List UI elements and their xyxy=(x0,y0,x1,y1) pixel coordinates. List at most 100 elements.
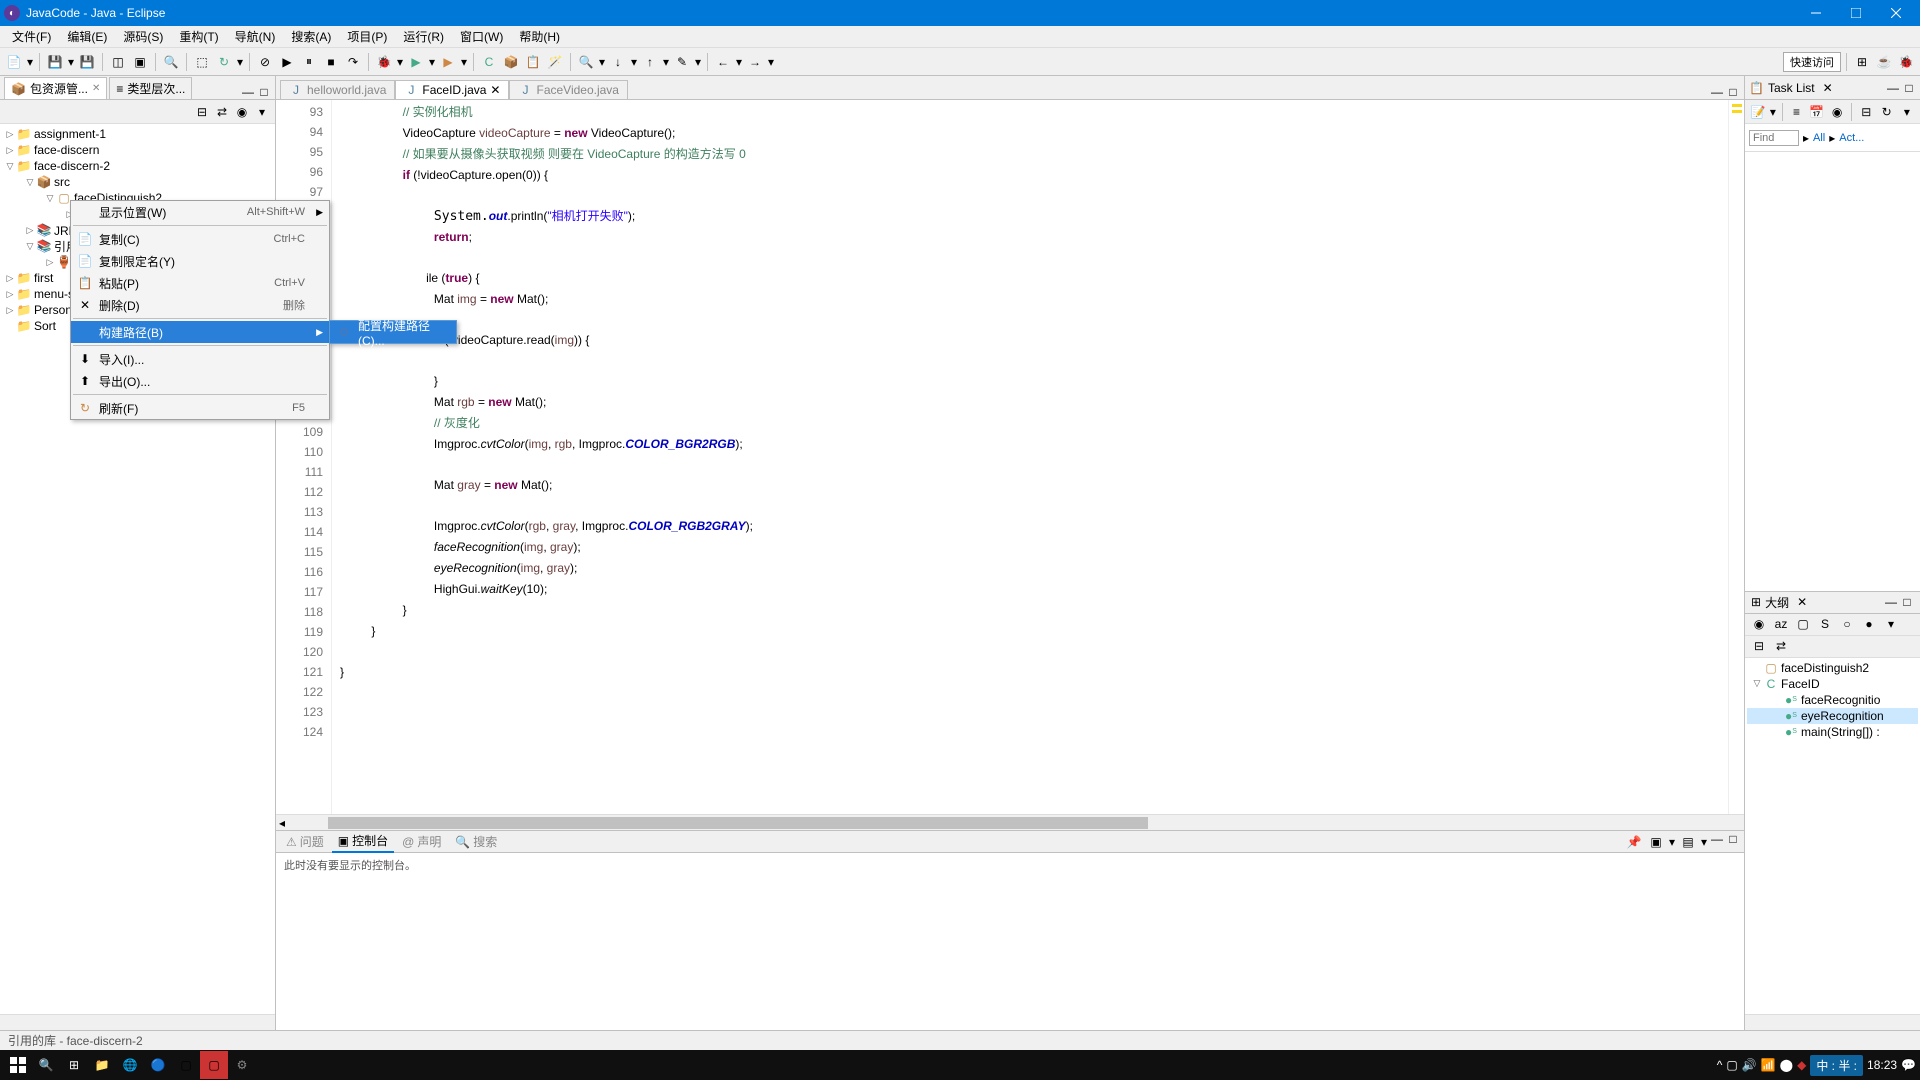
context-paste[interactable]: 📋 粘贴(P) Ctrl+V xyxy=(71,272,329,294)
start-button[interactable] xyxy=(4,1051,32,1079)
expand-toggle[interactable]: ▷ xyxy=(4,305,16,316)
menu-window[interactable]: 窗口(W) xyxy=(452,26,511,47)
suspend-button[interactable]: ⏸ xyxy=(299,52,319,72)
outline-package[interactable]: ▢faceDistinguish2 xyxy=(1747,660,1918,676)
outline-tree[interactable]: ▢faceDistinguish2 ▽CFaceID ●SfaceRecogni… xyxy=(1745,658,1920,1015)
overview-ruler[interactable] xyxy=(1728,100,1744,814)
minimize-editor-button[interactable]: — xyxy=(1710,85,1724,99)
collapse-toggle[interactable]: ▽ xyxy=(24,241,36,252)
code-content[interactable]: // 实例化相机 VideoCapture videoCapture = new… xyxy=(332,100,1728,814)
new-class-button[interactable]: C xyxy=(479,52,499,72)
sort-outline-button[interactable]: az xyxy=(1771,614,1791,634)
wand-button[interactable]: 🪄 xyxy=(545,52,565,72)
tray-icon[interactable]: ▢ xyxy=(1726,1058,1737,1072)
code-editor[interactable]: 9394959697989910010110210310410510610710… xyxy=(276,100,1744,814)
collapse-toggle[interactable]: ▽ xyxy=(24,177,36,188)
expand-toggle[interactable]: ▷ xyxy=(24,225,36,236)
notification-button[interactable]: 💬 xyxy=(1901,1058,1916,1072)
new-task-button[interactable]: 📝 xyxy=(1749,102,1767,122)
open-type-button[interactable]: 🔍 xyxy=(161,52,181,72)
context-copy[interactable]: 📄 复制(C) Ctrl+C xyxy=(71,228,329,250)
hide-local-button[interactable]: ● xyxy=(1859,614,1879,634)
open-dropdown[interactable]: ▾ xyxy=(1700,832,1708,852)
maximize-view-button[interactable]: □ xyxy=(257,85,271,99)
prev-annotation-button[interactable]: ↑ xyxy=(640,52,660,72)
search-tab[interactable]: 🔍搜索 xyxy=(449,831,503,852)
focus-button[interactable]: ◉ xyxy=(1828,102,1846,122)
new-package-button[interactable]: 📦 xyxy=(501,52,521,72)
save-button[interactable]: 💾 xyxy=(45,52,65,72)
package-explorer-tab[interactable]: 📦 包资源管... ✕ xyxy=(4,77,107,99)
app-button[interactable]: ▢ xyxy=(200,1051,228,1079)
maximize-button[interactable] xyxy=(1836,1,1876,25)
mark-button[interactable]: ✎ xyxy=(672,52,692,72)
maximize-console-button[interactable]: □ xyxy=(1726,832,1740,846)
expand-toggle[interactable]: ▷ xyxy=(4,145,16,156)
schedule-button[interactable]: 📅 xyxy=(1808,102,1826,122)
collapse-button[interactable]: ⊟ xyxy=(1857,102,1875,122)
coverage-dropdown[interactable]: ▾ xyxy=(460,55,468,69)
hide-fields-button[interactable]: ▢ xyxy=(1793,614,1813,634)
tree-project[interactable]: ▷📁face-discern xyxy=(0,142,275,158)
coverage-button[interactable]: ▶ xyxy=(438,52,458,72)
file-explorer-button[interactable]: 📁 xyxy=(88,1051,116,1079)
minimize-view-button[interactable]: — xyxy=(241,85,255,99)
close-icon[interactable]: ✕ xyxy=(1823,81,1833,95)
back-button[interactable]: ← xyxy=(713,52,733,72)
expand-toggle[interactable]: ▷ xyxy=(44,257,56,268)
close-icon[interactable]: ✕ xyxy=(92,83,100,94)
hide-static-button[interactable]: S xyxy=(1815,614,1835,634)
problems-tab[interactable]: ⚠问题 xyxy=(280,831,330,852)
context-refresh[interactable]: ↻ 刷新(F) F5 xyxy=(71,397,329,419)
tree-src-folder[interactable]: ▽📦src xyxy=(0,174,275,190)
open-console-button[interactable]: ▤ xyxy=(1678,832,1698,852)
outline-method[interactable]: ●Smain(String[]) : xyxy=(1747,724,1918,740)
prev-dropdown[interactable]: ▾ xyxy=(662,55,670,69)
type-hierarchy-tab[interactable]: ≡ 类型层次... xyxy=(109,77,192,99)
warning-marker[interactable] xyxy=(1732,104,1742,107)
toggle-button-2[interactable]: ▣ xyxy=(130,52,150,72)
save-dropdown[interactable]: ▾ xyxy=(67,55,75,69)
synchronize-button[interactable]: ↻ xyxy=(1877,102,1895,122)
close-icon[interactable]: ✕ xyxy=(490,83,500,97)
maximize-tasklist-button[interactable]: □ xyxy=(1902,81,1916,95)
minimize-outline-button[interactable]: — xyxy=(1884,595,1898,609)
task-view-button[interactable]: ⊞ xyxy=(60,1051,88,1079)
build-button[interactable]: ⬚ xyxy=(192,52,212,72)
volume-icon[interactable]: 🔊 xyxy=(1742,1058,1757,1072)
toggle-button[interactable]: ◫ xyxy=(108,52,128,72)
context-configure-build-path[interactable]: ⚙ 配置构建路径(C)... xyxy=(330,321,456,343)
editor-horizontal-scrollbar[interactable]: ◂ xyxy=(276,814,1744,830)
mark-dropdown[interactable]: ▾ xyxy=(694,55,702,69)
run-button[interactable]: ▶ xyxy=(406,52,426,72)
menu-edit[interactable]: 编辑(E) xyxy=(59,26,115,47)
context-delete[interactable]: ✕ 删除(D) 删除 xyxy=(71,294,329,316)
link-editor-button[interactable]: ⇄ xyxy=(1771,636,1791,656)
context-import[interactable]: ⬇ 导入(I)... xyxy=(71,348,329,370)
outline-method[interactable]: ●SfaceRecognitio xyxy=(1747,692,1918,708)
menu-refactor[interactable]: 重构(T) xyxy=(171,26,226,47)
step-button[interactable]: ↷ xyxy=(343,52,363,72)
activate-link[interactable]: Act... xyxy=(1839,132,1864,144)
settings-button[interactable]: ⚙ xyxy=(228,1051,256,1079)
minimize-button[interactable] xyxy=(1796,1,1836,25)
menu-help[interactable]: 帮助(H) xyxy=(511,26,568,47)
find-input[interactable] xyxy=(1749,130,1799,146)
perspective-java-button[interactable]: ☕ xyxy=(1874,52,1894,72)
horizontal-scrollbar[interactable] xyxy=(1745,1014,1920,1030)
tray-icon[interactable]: ⬤ xyxy=(1780,1058,1793,1072)
search-button[interactable]: 🔍 xyxy=(32,1051,60,1079)
tray-arrow-icon[interactable]: ^ xyxy=(1717,1058,1723,1072)
view-menu-button[interactable]: ▾ xyxy=(253,103,271,121)
next-annotation-button[interactable]: ↓ xyxy=(608,52,628,72)
debug-dropdown[interactable]: ▾ xyxy=(396,55,404,69)
perspective-resource-button[interactable]: ⊞ xyxy=(1852,52,1872,72)
expand-toggle[interactable]: ▷ xyxy=(4,289,16,300)
all-link[interactable]: All xyxy=(1813,132,1825,144)
maximize-outline-button[interactable]: □ xyxy=(1900,595,1914,609)
tree-project[interactable]: ▽📁face-discern-2 xyxy=(0,158,275,174)
open-task-button[interactable]: 📋 xyxy=(523,52,543,72)
collapse-toggle[interactable]: ▽ xyxy=(44,193,56,204)
hide-non-public-button[interactable]: ○ xyxy=(1837,614,1857,634)
debug-button[interactable]: 🐞 xyxy=(374,52,394,72)
